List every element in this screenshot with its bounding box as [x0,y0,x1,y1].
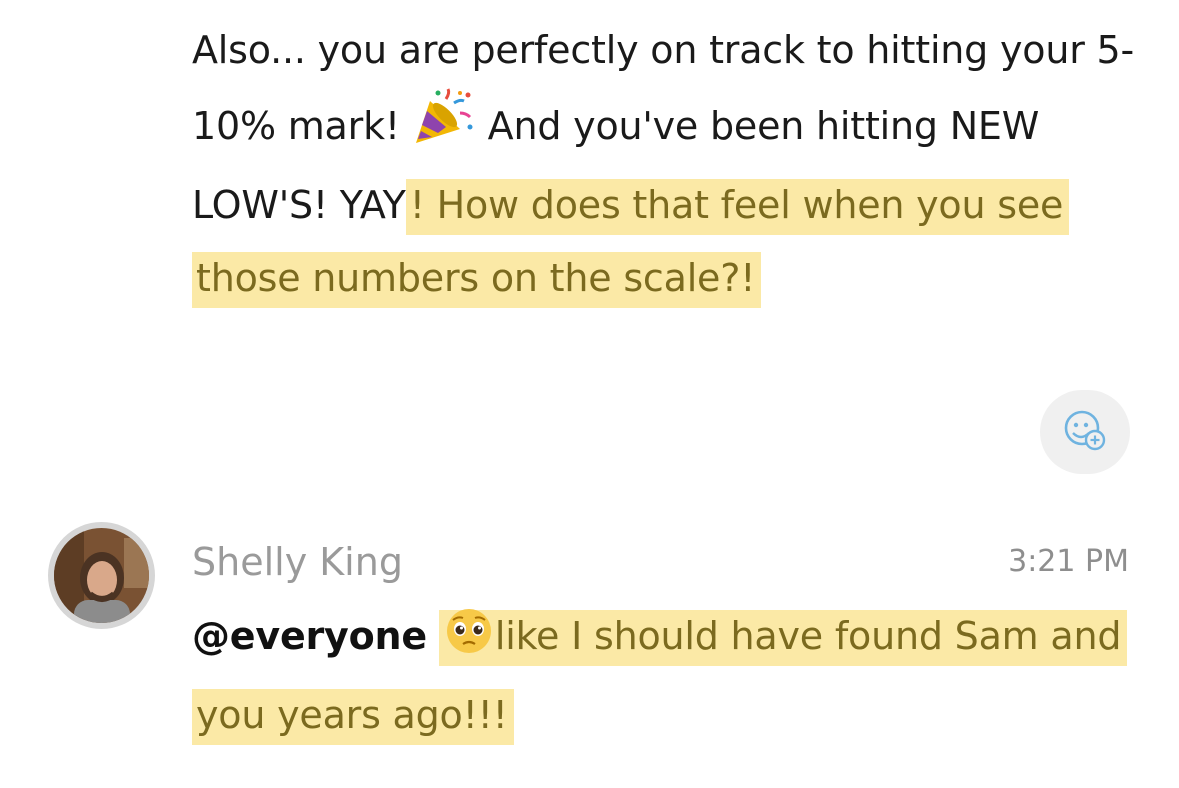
message-text: @everyone like I should have found Sam a… [192,600,1142,752]
message-timestamp: 3:21 PM [1008,544,1129,579]
avatar-photo [54,528,149,623]
message-text: Also... you are perfectly on track to hi… [192,14,1142,315]
sender-name[interactable]: Shelly King [192,535,403,589]
mention-everyone[interactable]: @everyone [192,614,427,658]
pleading-face-icon [443,606,495,679]
message-body: Also... you are perfectly on track to hi… [192,14,1142,315]
party-popper-icon [412,87,476,169]
message-body: @everyone like I should have found Sam a… [192,600,1142,752]
add-reaction-icon [1062,407,1108,457]
avatar[interactable] [48,522,155,629]
add-reaction-button[interactable] [1040,390,1130,474]
